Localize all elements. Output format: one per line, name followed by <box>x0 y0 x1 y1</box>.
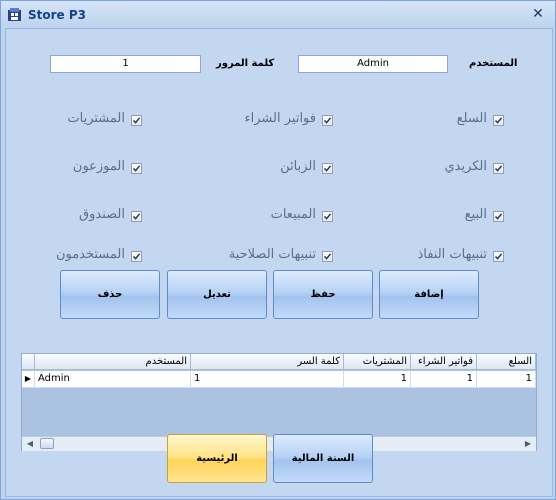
permission-item[interactable]: الموزعون <box>6 159 552 179</box>
home-button[interactable]: الرئيسية <box>167 434 267 483</box>
permission-label: المشتريات <box>67 111 125 126</box>
password-label: كلمة المرور <box>216 58 275 69</box>
grid-cell-purchases[interactable]: 1 <box>344 371 411 388</box>
scroll-right-icon[interactable]: ▶ <box>522 438 534 450</box>
permission-label: الصندوق <box>79 207 125 222</box>
grid-header-user[interactable]: المستخدم <box>35 354 191 370</box>
add-button[interactable]: إضافة <box>379 270 479 319</box>
password-field[interactable]: 1 <box>50 55 201 73</box>
window-title: Store P3 <box>28 8 87 22</box>
permission-label: الموزعون <box>72 159 125 174</box>
fiscal-year-button[interactable]: السنة المالية <box>273 434 373 483</box>
grid-cell-user[interactable]: Admin <box>35 371 191 388</box>
permission-item[interactable]: الصندوق <box>6 207 552 227</box>
main-panel: المستخدم Admin كلمة المرور 1 السلع فواتير… <box>5 28 553 497</box>
edit-button[interactable]: تعديل <box>167 270 267 319</box>
scroll-left-icon[interactable]: ◀ <box>24 438 36 450</box>
scroll-thumb[interactable] <box>40 438 54 449</box>
grid-cell-goods[interactable]: 1 <box>477 371 536 388</box>
permission-item[interactable]: المستخدمون <box>6 247 552 267</box>
save-button[interactable]: حفظ <box>273 270 373 319</box>
grid-header-password[interactable]: كلمة السر <box>191 354 344 370</box>
app-window: Store P3 ✕ المستخدم Admin كلمة المرور 1 … <box>0 0 556 500</box>
grid-corner <box>22 354 35 370</box>
app-icon <box>7 7 22 22</box>
permission-checkbox[interactable] <box>131 211 142 222</box>
grid-cell-invoices[interactable]: 1 <box>411 371 477 388</box>
grid-cell-password[interactable]: 1 <box>191 371 344 388</box>
close-icon[interactable]: ✕ <box>529 5 547 23</box>
row-indicator[interactable]: ▶ <box>22 371 35 388</box>
title-bar: Store P3 ✕ <box>1 1 555 28</box>
permission-checkbox[interactable] <box>131 251 142 262</box>
user-label: المستخدم <box>469 58 518 69</box>
delete-button[interactable]: حذف <box>60 270 160 319</box>
user-field[interactable]: Admin <box>298 55 448 73</box>
grid-header-goods[interactable]: السلع <box>477 354 536 370</box>
permission-checkbox[interactable] <box>131 163 142 174</box>
grid-header-purchases[interactable]: المشتريات <box>344 354 411 370</box>
permission-item[interactable]: المشتريات <box>6 111 552 131</box>
permission-label: المستخدمون <box>55 247 125 262</box>
permission-checkbox[interactable] <box>131 115 142 126</box>
grid-header-invoices[interactable]: فواتير الشراء <box>411 354 477 370</box>
